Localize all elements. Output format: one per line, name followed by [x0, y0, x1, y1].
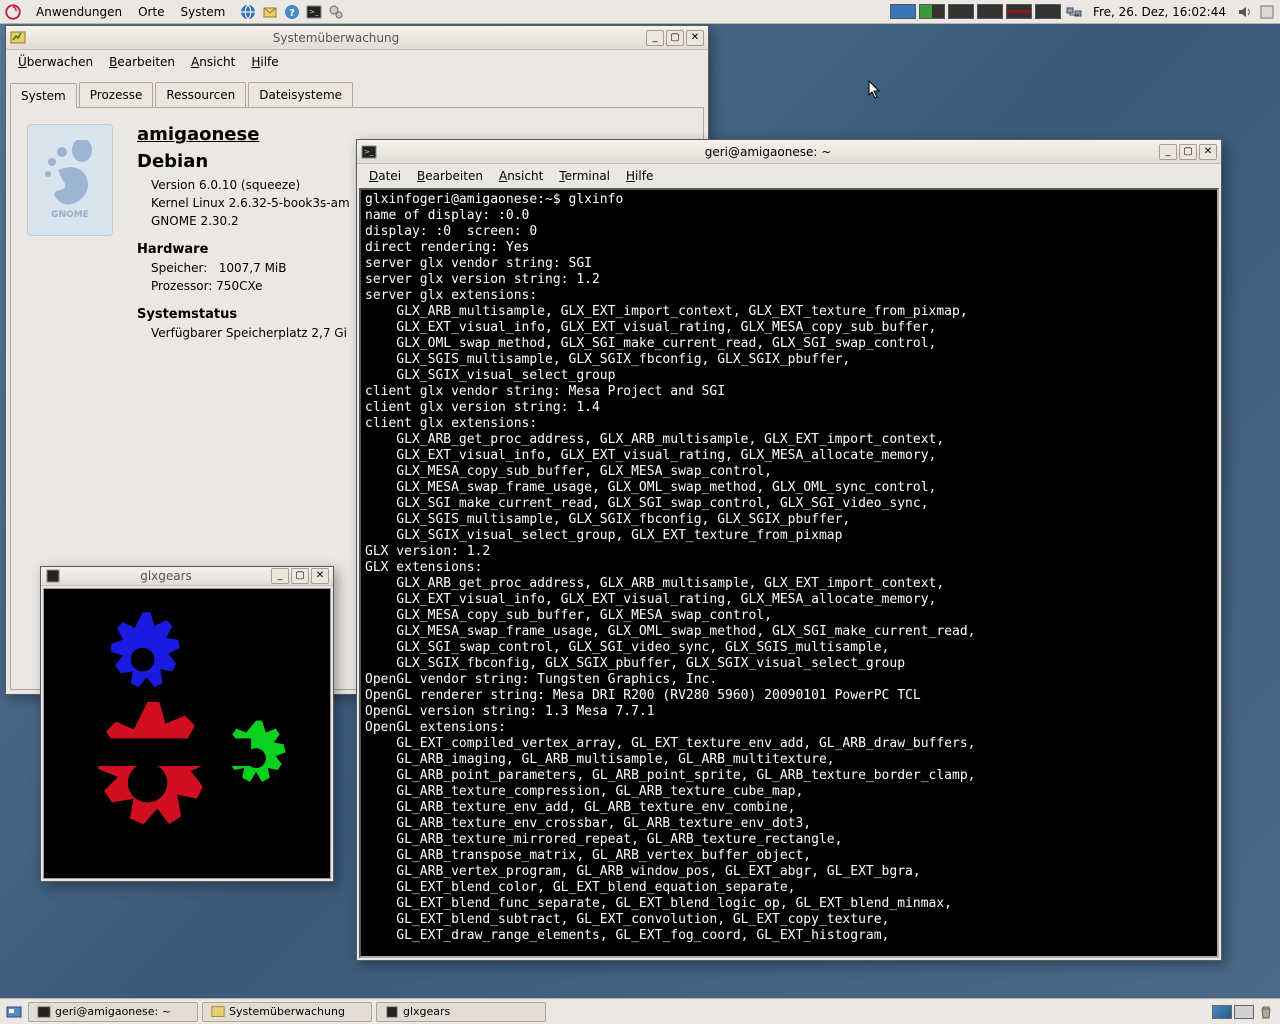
term-close-button[interactable]: ✕ [1199, 144, 1217, 160]
gears-maximize-button[interactable]: ▢ [291, 568, 309, 584]
terminal-launcher-icon[interactable]: >_ [305, 3, 323, 21]
help-icon[interactable]: ? [283, 3, 301, 21]
sm-menubar: Überwachen Bearbeiten Ansicht Hilfe [6, 50, 708, 74]
sm-kernel: Kernel Linux 2.6.32-5-book3s-am [151, 196, 350, 210]
sm-disk: Verfügbarer Speicherplatz 2,7 Gi [151, 326, 350, 340]
sm-menu-ansicht[interactable]: Ansicht [183, 55, 243, 69]
sm-distro: Debian [137, 151, 350, 172]
gears-svg [44, 589, 330, 878]
terminal-titlebar[interactable]: >_ geri@amigaonese: ~ _ ▢ ✕ [357, 140, 1221, 164]
workspace-4[interactable] [977, 4, 1003, 19]
network-icon[interactable] [1065, 3, 1083, 21]
ws-small-2[interactable] [1234, 1005, 1254, 1019]
gnome-logo-icon: GNOME [27, 124, 113, 236]
sm-menu-bearbeiten[interactable]: Bearbeiten [101, 55, 183, 69]
top-panel: Anwendungen Orte System ? >_ Fre, 26. De… [0, 0, 1280, 24]
workspace-switcher-small[interactable] [1212, 1002, 1276, 1022]
browser-icon[interactable] [239, 3, 257, 21]
glxgears-window: glxgears _ ▢ ✕ [40, 566, 334, 882]
volume-icon[interactable] [1236, 3, 1254, 21]
panel-clock[interactable]: Fre, 26. Dez, 16:02:44 [1087, 5, 1232, 19]
svg-text:>_: >_ [364, 148, 374, 156]
term-minimize-button[interactable]: _ [1159, 144, 1177, 160]
workspace-2[interactable] [919, 4, 945, 19]
terminal-window: >_ geri@amigaonese: ~ _ ▢ ✕ Datei Bearbe… [356, 139, 1222, 961]
taskbar-label-terminal: geri@amigaonese: ~ [55, 1005, 171, 1018]
sm-processor: Prozessor: 750CXe [151, 279, 350, 293]
terminal-window-icon: >_ [361, 144, 377, 160]
panel-menu-anwendungen[interactable]: Anwendungen [28, 5, 130, 19]
taskbar-item-system-monitor[interactable]: Systemüberwachung [202, 1002, 372, 1022]
workspace-6[interactable] [1035, 4, 1061, 19]
bottom-panel: geri@amigaonese: ~ Systemüberwachung glx… [0, 998, 1280, 1024]
sm-tab-dateisysteme[interactable]: Dateisysteme [248, 82, 353, 107]
term-menu-ansicht[interactable]: Ansicht [491, 169, 551, 183]
sm-tab-system[interactable]: System [10, 83, 77, 108]
sm-tabs: System Prozesse Ressourcen Dateisysteme [6, 74, 708, 107]
sm-menu-hilfe[interactable]: Hilfe [243, 55, 286, 69]
gears-minimize-button[interactable]: _ [271, 568, 289, 584]
sm-tab-prozesse[interactable]: Prozesse [79, 82, 154, 107]
system-monitor-titlebar[interactable]: Systemüberwachung _ ▢ ✕ [6, 26, 708, 50]
taskbar-item-terminal[interactable]: geri@amigaonese: ~ [28, 1002, 198, 1022]
sm-maximize-button[interactable]: ▢ [666, 30, 684, 46]
gears-close-button[interactable]: ✕ [311, 568, 329, 584]
trash-icon[interactable] [1256, 1002, 1276, 1022]
glxgears-title: glxgears [65, 569, 267, 583]
sm-version: Version 6.0.10 (squeeze) [151, 178, 350, 192]
sm-hardware-label: Hardware [137, 242, 350, 257]
term-menu-terminal[interactable]: Terminal [551, 169, 618, 183]
taskbar-item-glxgears[interactable]: glxgears [376, 1002, 546, 1022]
terminal-title: geri@amigaonese: ~ [381, 145, 1155, 159]
workspace-switcher-large[interactable] [890, 4, 1061, 19]
system-monitor-title: Systemüberwachung [30, 31, 642, 45]
term-maximize-button[interactable]: ▢ [1179, 144, 1197, 160]
glxgears-titlebar[interactable]: glxgears _ ▢ ✕ [41, 567, 333, 586]
sm-tab-ressourcen[interactable]: Ressourcen [155, 82, 246, 107]
system-monitor-icon [10, 30, 26, 46]
taskbar-label-gears: glxgears [403, 1005, 450, 1018]
gnome-logo-text: GNOME [51, 210, 89, 220]
taskbar-label-sm: Systemüberwachung [229, 1005, 345, 1018]
glxgears-window-icon [45, 568, 61, 584]
sm-close-button[interactable]: ✕ [686, 30, 704, 46]
show-desktop-button[interactable] [4, 1002, 24, 1022]
sm-status-label: Systemstatus [137, 307, 350, 322]
sm-hostname: amigaonese [137, 124, 350, 145]
sm-memory: Speicher: 1007,7 MiB [151, 261, 350, 275]
svg-text:>_: >_ [309, 8, 319, 16]
terminal-task-icon [37, 1005, 51, 1019]
terminal-output[interactable]: glxinfogeri@amigaonese:~$ glxinfo name o… [359, 188, 1219, 958]
term-menu-hilfe[interactable]: Hilfe [618, 169, 661, 183]
panel-launcher-area: ? >_ [239, 3, 345, 21]
sm-task-icon [211, 1005, 225, 1019]
sm-menu-uberwachen[interactable]: Überwachen [10, 55, 101, 69]
term-menu-datei[interactable]: Datei [361, 169, 409, 183]
svg-text:?: ? [289, 8, 295, 19]
workspace-5[interactable] [1006, 4, 1032, 19]
tray-icon[interactable] [1258, 3, 1276, 21]
gears-task-icon [385, 1005, 399, 1019]
mouse-cursor-icon [868, 80, 882, 100]
glxgears-canvas [43, 588, 331, 879]
debian-logo-icon [4, 3, 22, 21]
sm-gnome-version: GNOME 2.30.2 [151, 214, 350, 228]
term-menu-bearbeiten[interactable]: Bearbeiten [409, 169, 491, 183]
mail-icon[interactable] [261, 3, 279, 21]
ws-small-1[interactable] [1212, 1005, 1232, 1019]
terminal-menubar: Datei Bearbeiten Ansicht Terminal Hilfe [357, 164, 1221, 188]
panel-menu-system[interactable]: System [173, 5, 234, 19]
sm-minimize-button[interactable]: _ [646, 30, 664, 46]
settings-launcher-icon[interactable] [327, 3, 345, 21]
workspace-3[interactable] [948, 4, 974, 19]
panel-menu-orte[interactable]: Orte [130, 5, 172, 19]
workspace-1[interactable] [890, 4, 916, 19]
